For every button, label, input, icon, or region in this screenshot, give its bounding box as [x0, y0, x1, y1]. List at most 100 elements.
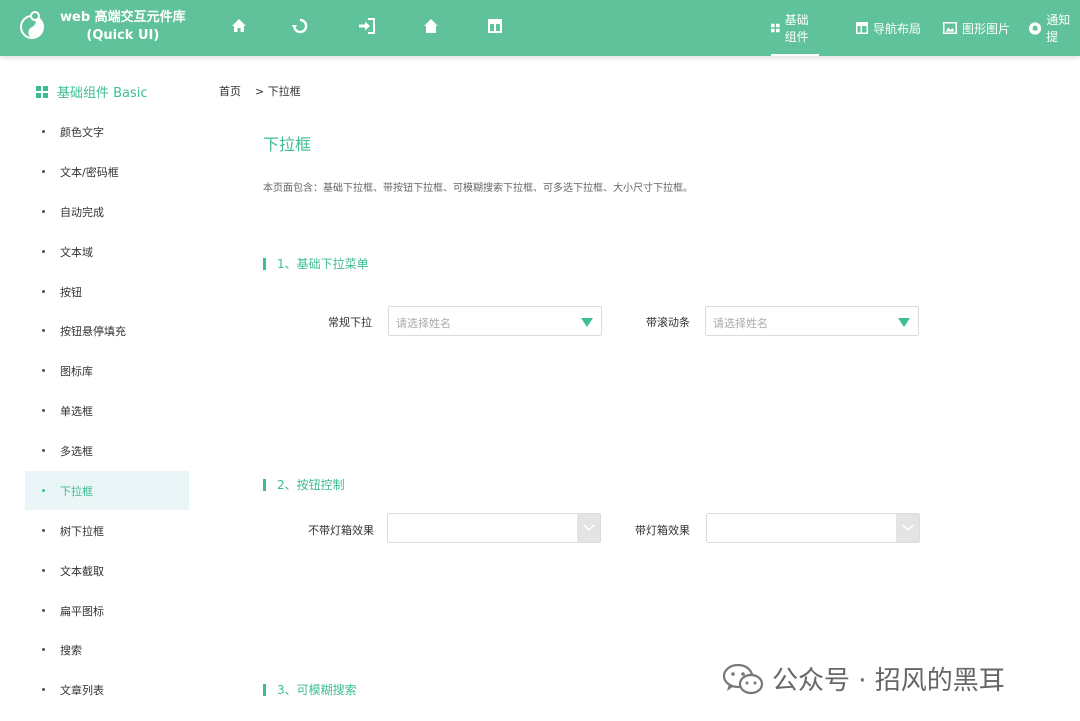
bullet-icon: [42, 529, 45, 532]
section-title-label: 2、按钮控制: [277, 478, 345, 492]
section-title-label: 1、基础下拉菜单: [277, 257, 369, 271]
sidebar-item-label: 按钮悬停填充: [60, 324, 126, 338]
sidebar-item[interactable]: 扁平图标: [25, 591, 189, 630]
breadcrumb: 首页 > 下拉框: [219, 83, 301, 99]
sidebar-item-label: 扁平图标: [60, 604, 104, 618]
nav-label: 导航布局: [873, 21, 922, 36]
dropdown-placeholder: 请选择姓名: [713, 317, 768, 330]
scroll-dropdown[interactable]: 请选择姓名: [705, 306, 919, 336]
nav-layout[interactable]: 导航布局: [856, 0, 921, 56]
chevron-down-icon: [582, 524, 595, 532]
grid-icon: [771, 23, 780, 33]
bullet-icon: [42, 290, 45, 293]
sidebar-item-label: 文本域: [60, 245, 93, 259]
undo-icon[interactable]: [290, 16, 310, 36]
breadcrumb-current: > 下拉框: [255, 85, 301, 98]
sidebar: 基础组件 Basic 颜色文字 文本/密码框 自动完成 文本域 按钮 按钮悬停填…: [0, 56, 200, 721]
sidebar-item[interactable]: 文章列表: [25, 670, 189, 709]
field-label: 常规下拉: [328, 316, 372, 329]
sidebar-item[interactable]: 文本域: [25, 232, 189, 271]
chevron-down-icon: [901, 524, 914, 532]
sidebar-item[interactable]: 文本截取: [25, 551, 189, 590]
section-title-label: 3、可模糊搜索: [277, 683, 357, 697]
bullet-icon: [42, 449, 45, 452]
section-title: 3、可模糊搜索: [263, 681, 357, 698]
section-bar: [263, 683, 266, 696]
nav-basic-components[interactable]: 基础组件: [771, 0, 819, 56]
button-dropdown-lightbox[interactable]: [706, 513, 920, 543]
sidebar-title-label: 基础组件 Basic: [57, 86, 148, 101]
bullet-icon: [42, 409, 45, 412]
bullet-icon: [42, 210, 45, 213]
field-label: 带灯箱效果: [635, 524, 690, 537]
sidebar-item[interactable]: 图标库: [25, 351, 189, 390]
home-icon[interactable]: [421, 16, 441, 36]
page-title: 下拉框: [263, 135, 312, 154]
bullet-icon: [42, 609, 45, 612]
dropdown-placeholder: 请选择姓名: [396, 317, 451, 330]
sidebar-item-label: 多选框: [60, 444, 93, 458]
field-label: 带滚动条: [646, 316, 690, 329]
nav-label: 图形图片: [962, 21, 1011, 36]
dropdown-toggle-button[interactable]: [577, 514, 600, 542]
wechat-icon: [722, 663, 764, 694]
nav-label: 基础组件: [784, 13, 809, 44]
sidebar-item-label: 文本截取: [60, 564, 104, 578]
button-dropdown-no-lightbox[interactable]: [387, 513, 601, 543]
bullet-icon: [42, 329, 45, 332]
section-bar: [263, 478, 266, 491]
basic-dropdown[interactable]: 请选择姓名: [388, 306, 602, 336]
sidebar-item[interactable]: 按钮悬停填充: [25, 311, 189, 350]
watermark-text: 公众号 · 招风的黑耳: [772, 666, 1005, 696]
sidebar-item-label: 树下拉框: [60, 524, 104, 538]
nav-images[interactable]: 图形图片: [943, 0, 1010, 56]
sidebar-item-label: 搜索: [60, 643, 82, 657]
sidebar-item-label: 文章列表: [60, 683, 104, 697]
bell-icon: [1029, 21, 1042, 35]
brand-title[interactable]: web 高端交互元件库 (Quick UI): [60, 9, 186, 45]
login-icon[interactable]: [357, 16, 377, 36]
bullet-icon: [42, 170, 45, 173]
sidebar-item[interactable]: 树下拉框: [25, 511, 189, 550]
nav-notifications[interactable]: 通知提: [1029, 0, 1080, 56]
sidebar-item-label: 按钮: [60, 285, 82, 299]
brand-line-1: web 高端交互元件库: [60, 10, 186, 25]
sidebar-item-active[interactable]: 下拉框: [25, 471, 189, 510]
top-header: web 高端交互元件库 (Quick UI) 基础组件 导航布局 图形图片 通知…: [0, 0, 1080, 56]
sidebar-item[interactable]: 搜索: [25, 630, 189, 669]
sidebar-item[interactable]: 自动完成: [25, 192, 189, 231]
logo-icon: [20, 11, 44, 39]
bullet-icon: [42, 688, 45, 691]
sidebar-item[interactable]: 文本/密码框: [25, 152, 189, 191]
sidebar-item[interactable]: 颜色文字: [25, 112, 189, 151]
sidebar-title: 基础组件 Basic: [36, 82, 148, 101]
bullet-icon: [42, 648, 45, 651]
sidebar-item-label: 文本/密码框: [60, 165, 119, 179]
page-description: 本页面包含：基础下拉框、带按钮下拉框、可模糊搜索下拉框、可多选下拉框、大小尺寸下…: [263, 183, 693, 194]
sidebar-item[interactable]: 单选框: [25, 391, 189, 430]
watermark: 公众号 · 招风的黑耳: [722, 660, 1005, 697]
bullet-icon: [42, 130, 45, 133]
bullet-icon: [42, 569, 45, 572]
bullet-icon: [42, 250, 45, 253]
brand-line-2: (Quick UI): [86, 28, 160, 43]
layout-icon[interactable]: [485, 16, 505, 36]
sidebar-item-label: 图标库: [60, 364, 93, 378]
dropdown-toggle-button[interactable]: [896, 514, 919, 542]
section-bar: [263, 257, 266, 270]
section-title: 1、基础下拉菜单: [263, 255, 369, 272]
image-icon: [943, 22, 957, 34]
breadcrumb-home-link[interactable]: 首页: [219, 83, 241, 99]
triangle-down-icon: [581, 318, 593, 327]
bullet-icon: [42, 489, 45, 492]
layout-icon: [856, 22, 868, 34]
triangle-down-icon: [898, 318, 910, 327]
sidebar-item[interactable]: 多选框: [25, 431, 189, 470]
section-title: 2、按钮控制: [263, 476, 345, 493]
nav-label: 通知提: [1046, 13, 1071, 44]
field-label: 不带灯箱效果: [308, 524, 374, 537]
sidebar-item-label: 下拉框: [60, 484, 93, 498]
sidebar-item[interactable]: 按钮: [25, 272, 189, 311]
home-icon[interactable]: [229, 16, 249, 36]
sidebar-item-label: 单选框: [60, 404, 93, 418]
